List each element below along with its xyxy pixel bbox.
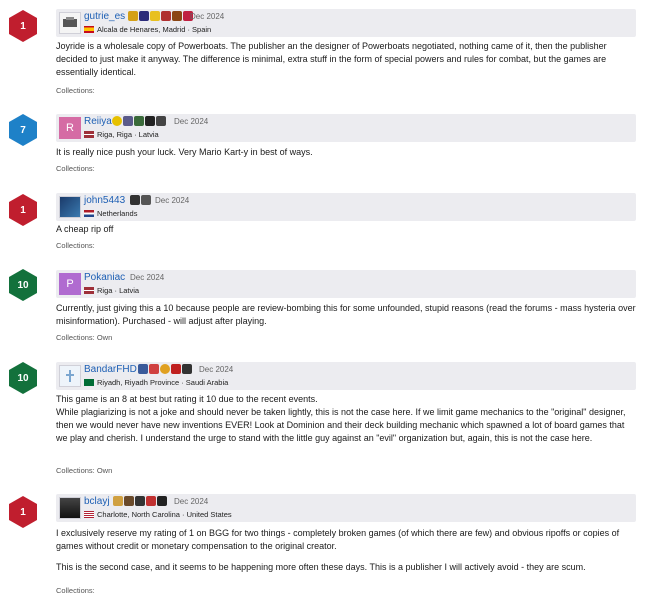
- badge-icon[interactable]: [141, 195, 151, 205]
- collections-label: Collections:: [56, 586, 95, 595]
- user-location: Riga, Riga · Latvia: [84, 130, 159, 139]
- review-date: Dec 2024: [174, 497, 209, 506]
- flag-netherlands-icon: [84, 210, 94, 217]
- badge-icon[interactable]: [112, 116, 122, 126]
- user-badges: [138, 364, 192, 376]
- review-header: P Pokaniac Dec 2024 Riga · Latvia: [56, 270, 636, 298]
- badge-icon[interactable]: [157, 496, 167, 506]
- review-date: Dec 2024: [199, 365, 234, 374]
- badge-icon[interactable]: [139, 11, 149, 21]
- collections-label: Collections:: [56, 164, 95, 173]
- username-link[interactable]: john5443: [84, 195, 125, 206]
- badge-icon[interactable]: [113, 496, 123, 506]
- user-badges: [113, 496, 167, 508]
- badge-icon[interactable]: [135, 496, 145, 506]
- rating-badge: 7: [9, 114, 37, 146]
- review-header: john5443 Dec 2024 Netherlands: [56, 193, 636, 221]
- review-text: Currently, just giving this a 10 because…: [56, 303, 636, 326]
- flag-latvia-icon: [84, 131, 94, 138]
- badge-icon[interactable]: [123, 116, 133, 126]
- avatar[interactable]: [59, 365, 81, 387]
- badge-icon[interactable]: [128, 11, 138, 21]
- review-text: Joyride is a wholesale copy of Powerboat…: [56, 41, 607, 77]
- badge-icon[interactable]: [156, 116, 166, 126]
- user-badges: [130, 195, 151, 207]
- review-header: gutrie_es Dec 2024 Alcala de Henares, Ma…: [56, 9, 636, 37]
- review-text: A cheap rip off: [56, 224, 114, 234]
- user-location: Alcala de Henares, Madrid · Spain: [84, 25, 211, 34]
- badge-icon[interactable]: [149, 364, 159, 374]
- collections-label: Collections:: [56, 241, 95, 250]
- avatar[interactable]: [59, 497, 81, 519]
- badge-icon[interactable]: [145, 116, 155, 126]
- review-date: Dec 2024: [155, 196, 190, 205]
- avatar[interactable]: [59, 12, 81, 34]
- user-location: Riga · Latvia: [84, 286, 139, 295]
- badge-icon[interactable]: [124, 496, 134, 506]
- username-link[interactable]: bclayj: [84, 496, 110, 507]
- review-text: This game is an 8 at best but rating it …: [56, 394, 626, 443]
- avatar[interactable]: [59, 196, 81, 218]
- review-date: Dec 2024: [190, 12, 225, 21]
- badge-icon[interactable]: [150, 11, 160, 21]
- avatar[interactable]: P: [59, 273, 81, 295]
- badge-icon[interactable]: [171, 364, 181, 374]
- rating-badge: 1: [9, 496, 37, 528]
- flag-united-states-icon: [84, 511, 94, 518]
- collections-label: Collections:: [56, 86, 95, 95]
- rating-badge: 1: [9, 10, 37, 42]
- badge-icon[interactable]: [182, 364, 192, 374]
- rating-badge: 10: [9, 362, 37, 394]
- review-header: BandarFHD Dec 2024 Riyadh, Riyadh Provin…: [56, 362, 636, 390]
- badge-icon[interactable]: [172, 11, 182, 21]
- username-link[interactable]: Pokaniac: [84, 272, 125, 283]
- username-link[interactable]: BandarFHD: [84, 364, 137, 375]
- badge-icon[interactable]: [138, 364, 148, 374]
- username-link[interactable]: gutrie_es: [84, 11, 125, 22]
- review-header: bclayj Dec 2024 Charlotte, North Carolin…: [56, 494, 636, 522]
- review-text: I exclusively reserve my rating of 1 on …: [56, 528, 620, 572]
- collections-label: Collections: Own: [56, 333, 113, 342]
- avatar[interactable]: R: [59, 117, 81, 139]
- flag-latvia-icon: [84, 287, 94, 294]
- review-header: R Reiiya Dec 2024 Riga, Riga · Latvia: [56, 114, 636, 142]
- rating-badge: 10: [9, 269, 37, 301]
- user-location: Netherlands: [84, 209, 137, 218]
- collections-label: Collections: Own: [56, 466, 113, 475]
- user-location: Charlotte, North Carolina · United State…: [84, 510, 232, 519]
- username-link[interactable]: Reiiya: [84, 116, 112, 127]
- rating-badge: 1: [9, 194, 37, 226]
- badge-icon[interactable]: [130, 195, 140, 205]
- badge-icon[interactable]: [161, 11, 171, 21]
- flag-spain-icon: [84, 26, 94, 33]
- review-date: Dec 2024: [130, 273, 165, 282]
- review-date: Dec 2024: [174, 117, 209, 126]
- user-badges: [128, 11, 193, 23]
- badge-icon[interactable]: [134, 116, 144, 126]
- badge-icon[interactable]: [160, 364, 170, 374]
- user-badges: [112, 116, 166, 128]
- flag-saudi-arabia-icon: [84, 379, 94, 386]
- badge-icon[interactable]: [146, 496, 156, 506]
- user-location: Riyadh, Riyadh Province · Saudi Arabia: [84, 378, 228, 387]
- review-text: It is really nice push your luck. Very M…: [56, 147, 313, 157]
